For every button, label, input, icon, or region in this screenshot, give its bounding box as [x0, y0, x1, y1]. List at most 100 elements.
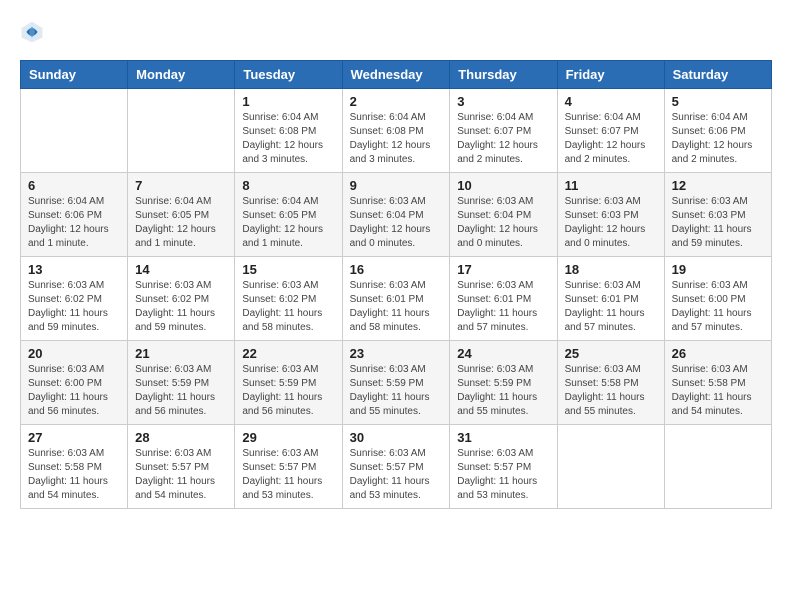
- day-info: Sunrise: 6:03 AM Sunset: 5:58 PM Dayligh…: [672, 363, 764, 419]
- day-number: 10: [457, 178, 549, 193]
- logo-icon: [20, 20, 44, 44]
- day-info: Sunrise: 6:03 AM Sunset: 5:59 PM Dayligh…: [457, 363, 549, 419]
- calendar-week-row: 27Sunrise: 6:03 AM Sunset: 5:58 PM Dayli…: [21, 425, 772, 509]
- calendar-cell: 14 Sunrise: 6:03 AM Sunset: 6:02 PM Dayli…: [128, 257, 235, 341]
- day-number: 5: [672, 94, 764, 109]
- calendar-cell: 29 Sunrise: 6:03 AM Sunset: 5:57 PM Dayli…: [235, 425, 342, 509]
- day-info: Sunrise: 6:03 AM Sunset: 5:57 PM Dayligh…: [457, 447, 549, 503]
- day-info: Sunrise: 6:04 AM Sunset: 6:08 PM Dayligh…: [350, 111, 443, 167]
- calendar-cell: 3 Sunrise: 6:04 AM Sunset: 6:07 PM Daylig…: [450, 89, 557, 173]
- day-info: Sunrise: 6:03 AM Sunset: 6:04 PM Dayligh…: [457, 195, 549, 251]
- day-info: Sunrise: 6:04 AM Sunset: 6:07 PM Dayligh…: [457, 111, 549, 167]
- day-number: 14: [135, 262, 227, 277]
- day-number: 21: [135, 346, 227, 361]
- calendar-cell: 21 Sunrise: 6:03 AM Sunset: 5:59 PM Dayli…: [128, 341, 235, 425]
- day-info: Sunrise: 6:04 AM Sunset: 6:05 PM Dayligh…: [242, 195, 334, 251]
- day-number: 25: [565, 346, 657, 361]
- logo: [20, 20, 48, 44]
- calendar-cell: 10 Sunrise: 6:03 AM Sunset: 6:04 PM Dayli…: [450, 173, 557, 257]
- calendar-cell: [21, 89, 128, 173]
- day-number: 31: [457, 430, 549, 445]
- calendar-cell: 19 Sunrise: 6:03 AM Sunset: 6:00 PM Dayli…: [664, 257, 771, 341]
- day-info: Sunrise: 6:03 AM Sunset: 6:02 PM Dayligh…: [135, 279, 227, 335]
- day-number: 12: [672, 178, 764, 193]
- header-monday: Monday: [128, 61, 235, 89]
- day-number: 23: [350, 346, 443, 361]
- calendar-cell: 1 Sunrise: 6:04 AM Sunset: 6:08 PM Daylig…: [235, 89, 342, 173]
- day-number: 9: [350, 178, 443, 193]
- day-number: 15: [242, 262, 334, 277]
- calendar-cell: [664, 425, 771, 509]
- day-number: 24: [457, 346, 549, 361]
- day-info: Sunrise: 6:03 AM Sunset: 6:02 PM Dayligh…: [242, 279, 334, 335]
- day-info: Sunrise: 6:03 AM Sunset: 6:01 PM Dayligh…: [565, 279, 657, 335]
- calendar-cell: 15 Sunrise: 6:03 AM Sunset: 6:02 PM Dayli…: [235, 257, 342, 341]
- calendar-cell: 2 Sunrise: 6:04 AM Sunset: 6:08 PM Daylig…: [342, 89, 450, 173]
- calendar-week-row: 6Sunrise: 6:04 AM Sunset: 6:06 PM Daylig…: [21, 173, 772, 257]
- header-tuesday: Tuesday: [235, 61, 342, 89]
- day-number: 13: [28, 262, 120, 277]
- calendar-cell: 6Sunrise: 6:04 AM Sunset: 6:06 PM Daylig…: [21, 173, 128, 257]
- day-info: Sunrise: 6:03 AM Sunset: 6:01 PM Dayligh…: [350, 279, 443, 335]
- day-number: 18: [565, 262, 657, 277]
- header-thursday: Thursday: [450, 61, 557, 89]
- day-info: Sunrise: 6:03 AM Sunset: 6:01 PM Dayligh…: [457, 279, 549, 335]
- calendar-cell: 25 Sunrise: 6:03 AM Sunset: 5:58 PM Dayli…: [557, 341, 664, 425]
- day-info: Sunrise: 6:03 AM Sunset: 5:59 PM Dayligh…: [135, 363, 227, 419]
- header-saturday: Saturday: [664, 61, 771, 89]
- calendar-cell: [128, 89, 235, 173]
- header-friday: Friday: [557, 61, 664, 89]
- day-number: 6: [28, 178, 120, 193]
- day-info: Sunrise: 6:04 AM Sunset: 6:08 PM Dayligh…: [242, 111, 334, 167]
- calendar-cell: 31 Sunrise: 6:03 AM Sunset: 5:57 PM Dayli…: [450, 425, 557, 509]
- day-info: Sunrise: 6:03 AM Sunset: 6:04 PM Dayligh…: [350, 195, 443, 251]
- day-info: Sunrise: 6:03 AM Sunset: 5:59 PM Dayligh…: [350, 363, 443, 419]
- day-number: 19: [672, 262, 764, 277]
- calendar-cell: 18 Sunrise: 6:03 AM Sunset: 6:01 PM Dayli…: [557, 257, 664, 341]
- day-number: 11: [565, 178, 657, 193]
- day-number: 30: [350, 430, 443, 445]
- calendar-cell: 24 Sunrise: 6:03 AM Sunset: 5:59 PM Dayli…: [450, 341, 557, 425]
- day-number: 28: [135, 430, 227, 445]
- day-number: 16: [350, 262, 443, 277]
- calendar-cell: 13 Sunrise: 6:03 AM Sunset: 6:02 PM Dayli…: [21, 257, 128, 341]
- calendar-cell: [557, 425, 664, 509]
- day-number: 26: [672, 346, 764, 361]
- day-number: 1: [242, 94, 334, 109]
- day-info: Sunrise: 6:03 AM Sunset: 6:00 PM Dayligh…: [28, 363, 120, 419]
- day-number: 8: [242, 178, 334, 193]
- day-number: 29: [242, 430, 334, 445]
- calendar-week-row: 13 Sunrise: 6:03 AM Sunset: 6:02 PM Dayli…: [21, 257, 772, 341]
- header-sunday: Sunday: [21, 61, 128, 89]
- day-info: Sunrise: 6:03 AM Sunset: 5:57 PM Dayligh…: [242, 447, 334, 503]
- day-info: Sunrise: 6:03 AM Sunset: 5:57 PM Dayligh…: [350, 447, 443, 503]
- header-wednesday: Wednesday: [342, 61, 450, 89]
- day-info: Sunrise: 6:03 AM Sunset: 5:58 PM Dayligh…: [565, 363, 657, 419]
- calendar-cell: 27Sunrise: 6:03 AM Sunset: 5:58 PM Dayli…: [21, 425, 128, 509]
- day-info: Sunrise: 6:03 AM Sunset: 6:02 PM Dayligh…: [28, 279, 120, 335]
- calendar-week-row: 1 Sunrise: 6:04 AM Sunset: 6:08 PM Daylig…: [21, 89, 772, 173]
- calendar-cell: 4 Sunrise: 6:04 AM Sunset: 6:07 PM Daylig…: [557, 89, 664, 173]
- calendar-cell: 20Sunrise: 6:03 AM Sunset: 6:00 PM Dayli…: [21, 341, 128, 425]
- day-info: Sunrise: 6:04 AM Sunset: 6:06 PM Dayligh…: [672, 111, 764, 167]
- calendar-cell: 8 Sunrise: 6:04 AM Sunset: 6:05 PM Daylig…: [235, 173, 342, 257]
- calendar-cell: 9 Sunrise: 6:03 AM Sunset: 6:04 PM Daylig…: [342, 173, 450, 257]
- calendar-cell: 26 Sunrise: 6:03 AM Sunset: 5:58 PM Dayli…: [664, 341, 771, 425]
- day-info: Sunrise: 6:03 AM Sunset: 6:00 PM Dayligh…: [672, 279, 764, 335]
- calendar-cell: 23 Sunrise: 6:03 AM Sunset: 5:59 PM Dayli…: [342, 341, 450, 425]
- day-number: 2: [350, 94, 443, 109]
- day-info: Sunrise: 6:04 AM Sunset: 6:07 PM Dayligh…: [565, 111, 657, 167]
- calendar-cell: 16 Sunrise: 6:03 AM Sunset: 6:01 PM Dayli…: [342, 257, 450, 341]
- day-number: 17: [457, 262, 549, 277]
- calendar-header-row: SundayMondayTuesdayWednesdayThursdayFrid…: [21, 61, 772, 89]
- day-number: 3: [457, 94, 549, 109]
- day-info: Sunrise: 6:03 AM Sunset: 5:57 PM Dayligh…: [135, 447, 227, 503]
- day-info: Sunrise: 6:03 AM Sunset: 6:03 PM Dayligh…: [672, 195, 764, 251]
- page-header: [20, 20, 772, 44]
- calendar-week-row: 20Sunrise: 6:03 AM Sunset: 6:00 PM Dayli…: [21, 341, 772, 425]
- calendar-cell: 12 Sunrise: 6:03 AM Sunset: 6:03 PM Dayli…: [664, 173, 771, 257]
- day-info: Sunrise: 6:03 AM Sunset: 6:03 PM Dayligh…: [565, 195, 657, 251]
- day-number: 4: [565, 94, 657, 109]
- day-number: 22: [242, 346, 334, 361]
- calendar-cell: 7Sunrise: 6:04 AM Sunset: 6:05 PM Daylig…: [128, 173, 235, 257]
